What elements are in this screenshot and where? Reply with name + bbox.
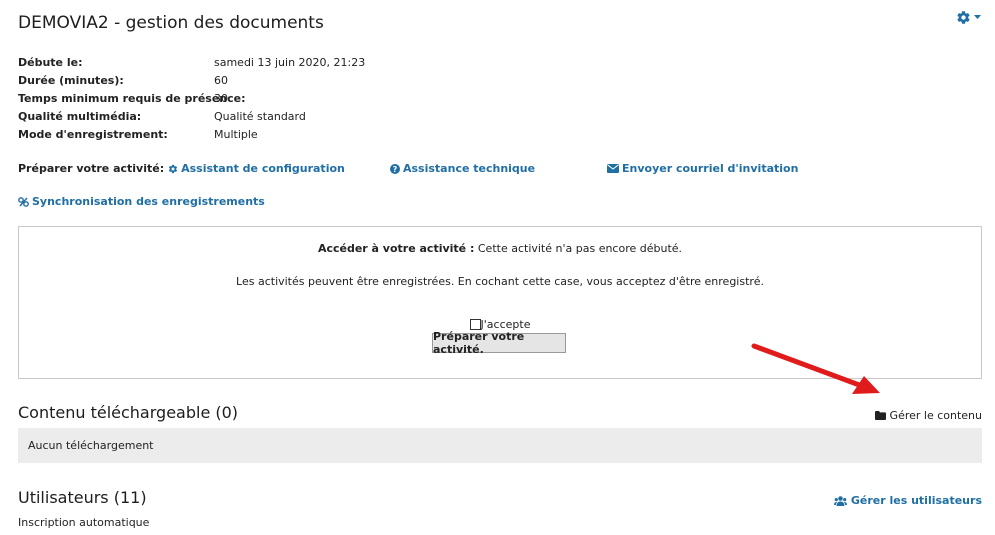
access-status: Cette activité n'a pas encore débuté.	[477, 242, 683, 255]
downloads-empty-row: Aucun téléchargement	[18, 428, 982, 463]
manage-content-link[interactable]: Gérer le contenu	[874, 409, 982, 422]
duration-label: Durée (minutes):	[18, 74, 124, 87]
manage-content-label[interactable]: Gérer le contenu	[890, 409, 982, 422]
users-title: Utilisateurs (11)	[18, 488, 147, 507]
svg-text:?: ?	[393, 165, 398, 174]
cog-icon	[168, 164, 178, 174]
min-presence-value: 30	[214, 92, 228, 105]
media-quality-value: Qualité standard	[214, 110, 306, 123]
support-link[interactable]: ? Assistance technique	[390, 162, 535, 175]
email-invite-link-label[interactable]: Envoyer courriel d'invitation	[622, 162, 798, 175]
question-circle-icon: ?	[390, 163, 400, 174]
annotation-arrow	[748, 338, 888, 398]
email-invite-link[interactable]: Envoyer courriel d'invitation	[607, 162, 798, 175]
manage-users-link[interactable]: Gérer les utilisateurs	[833, 494, 982, 507]
sync-recordings-link[interactable]: Synchronisation des enregistrements	[18, 195, 265, 208]
assistant-link-label[interactable]: Assistant de configuration	[181, 162, 345, 175]
recording-mode-label: Mode d'enregistrement:	[18, 128, 168, 141]
start-date-label: Débute le:	[18, 56, 83, 69]
downloads-title: Contenu téléchargeable (0)	[18, 403, 239, 422]
prepare-label: Préparer votre activité:	[18, 162, 165, 175]
media-quality-label: Qualité multimédia:	[18, 110, 142, 123]
prepare-activity-button[interactable]: Préparer votre activité.	[432, 330, 566, 356]
settings-menu[interactable]	[956, 10, 981, 25]
folder-icon	[874, 411, 886, 420]
start-date-value: samedi 13 juin 2020, 21:23	[214, 56, 366, 69]
envelope-icon	[607, 164, 619, 173]
assistant-link[interactable]: Assistant de configuration	[168, 162, 345, 175]
access-line: Accéder à votre activité : Cette activit…	[19, 242, 981, 255]
support-link-label[interactable]: Assistance technique	[403, 162, 535, 175]
access-label: Accéder à votre activité :	[317, 242, 475, 255]
recording-mode-value: Multiple	[214, 128, 258, 141]
sync-recordings-link-label[interactable]: Synchronisation des enregistrements	[32, 195, 265, 208]
caret-down-icon[interactable]	[974, 15, 981, 20]
page-title: DEMOVIA2 - gestion des documents	[18, 13, 324, 33]
manage-users-label[interactable]: Gérer les utilisateurs	[851, 494, 982, 507]
users-subtitle: Inscription automatique	[18, 516, 150, 529]
prepare-row: Préparer votre activité: Assistant de co…	[18, 162, 345, 175]
link-icon	[18, 196, 29, 207]
gear-icon[interactable]	[956, 10, 971, 25]
record-notice: Les activités peuvent être enregistrées.…	[236, 275, 764, 288]
accept-checkbox[interactable]	[469, 319, 481, 330]
users-icon	[833, 495, 847, 506]
min-presence-label: Temps minimum requis de présence:	[18, 92, 246, 105]
duration-value: 60	[214, 74, 228, 87]
